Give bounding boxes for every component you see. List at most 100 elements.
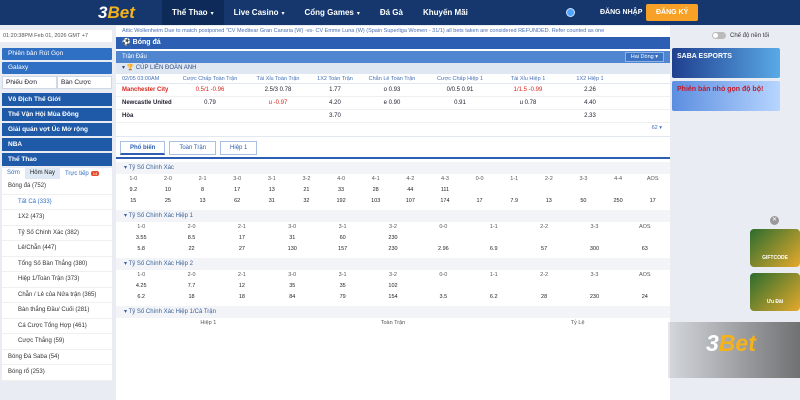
odds-cell[interactable]: 2.33 xyxy=(562,110,618,123)
odds-cell[interactable]: e 0.90 xyxy=(358,97,426,110)
score-odds-cell[interactable]: 103 xyxy=(358,196,393,207)
odds-cell[interactable]: 1.77 xyxy=(312,84,358,97)
tab-ban-cuoc[interactable]: Bàn Cược xyxy=(57,76,112,89)
score-odds-cell[interactable]: 130 xyxy=(267,244,317,255)
odds-cell[interactable]: u 0.78 xyxy=(494,97,562,110)
sidebar-market-item[interactable]: Tổng Số Bàn Thắng (380) xyxy=(2,257,112,272)
sidebar-cat-world-cup[interactable]: Vô Địch Thế Giới xyxy=(2,93,112,106)
score-odds-cell[interactable]: 15 xyxy=(116,196,151,207)
login-button[interactable]: ĐĂNG NHẬP xyxy=(600,9,642,16)
saba-esports-banner[interactable]: SABA ESPORTS xyxy=(672,48,780,78)
odds-cell[interactable]: 4.40 xyxy=(562,97,618,110)
score-odds-cell[interactable]: 84 xyxy=(267,292,317,303)
score-odds-cell[interactable]: 8.5 xyxy=(166,233,216,244)
tab-truc-tiep[interactable]: Trực tiếp 14 xyxy=(60,168,104,179)
score-odds-cell[interactable]: 44 xyxy=(393,185,428,196)
score-odds-cell[interactable]: 27 xyxy=(217,244,267,255)
score-odds-cell[interactable]: 50 xyxy=(566,196,601,207)
league-header[interactable]: ▾ 🏆 CÚP LIÊN ĐOÀN ANH xyxy=(116,63,670,74)
score-odds-cell[interactable]: 17 xyxy=(217,233,267,244)
score-odds-cell[interactable]: 192 xyxy=(324,196,359,207)
score-odds-cell[interactable]: 6.9 xyxy=(469,244,519,255)
globe-icon[interactable] xyxy=(566,8,575,17)
sidebar-market-item[interactable]: Bóng đá (752) xyxy=(2,179,112,195)
giftcode-promo[interactable]: GIFTCODE xyxy=(750,229,800,267)
nav-cong-games[interactable]: Cổng Games ▾ xyxy=(295,0,370,25)
odds-cell[interactable]: 1/1.5 -0.99 xyxy=(494,84,562,97)
score-odds-cell[interactable]: 7.9 xyxy=(497,196,532,207)
score-odds-cell[interactable]: 174 xyxy=(428,196,463,207)
market-block-title[interactable]: ▾ Tỷ Số Chính Xác Hiệp 1/Cả Trận xyxy=(116,306,670,318)
score-odds-cell[interactable]: 13 xyxy=(532,196,567,207)
score-odds-cell[interactable]: 31 xyxy=(267,233,317,244)
odds-cell[interactable]: 0/0.5 0.91 xyxy=(426,84,494,97)
tab-toan-tran[interactable]: Toàn Trận xyxy=(169,141,217,155)
score-odds-cell[interactable]: 111 xyxy=(428,185,463,196)
sidebar-market-item[interactable]: Tỷ Số Chính Xác (382) xyxy=(2,226,112,241)
score-odds-cell[interactable]: 24 xyxy=(620,292,670,303)
score-odds-cell[interactable]: 230 xyxy=(569,292,619,303)
sidebar-market-item[interactable]: Cược Thắng (59) xyxy=(2,334,112,350)
promo-offer[interactable]: Ưu Đãi xyxy=(750,273,800,311)
score-odds-cell[interactable]: 9.2 xyxy=(116,185,151,196)
score-odds-cell[interactable]: 32 xyxy=(289,196,324,207)
score-odds-cell[interactable]: 8 xyxy=(185,185,220,196)
sidebar-market-item[interactable]: Hiệp 1/Toàn Trận (373) xyxy=(2,272,112,288)
odds-cell[interactable]: 4.20 xyxy=(312,97,358,110)
score-odds-cell[interactable]: 57 xyxy=(519,244,569,255)
sidebar-market-item[interactable]: 1X2 (473) xyxy=(2,210,112,226)
sidebar-market-item[interactable]: Tất Cả (333) xyxy=(2,195,112,210)
score-odds-cell[interactable]: 18 xyxy=(166,292,216,303)
sidebar-market-item[interactable]: Cá Cược Tổng Hợp (461) xyxy=(2,319,112,334)
nav-live-casino[interactable]: Live Casino ▾ xyxy=(224,0,295,25)
score-odds-cell[interactable]: 6.2 xyxy=(469,292,519,303)
logo[interactable]: 3Bet xyxy=(98,3,135,23)
compact-version-button[interactable]: Phiên bản Rút Gọn xyxy=(2,48,112,60)
odds-cell[interactable]: 2.5/3 0.78 xyxy=(244,84,312,97)
tab-hiep-1[interactable]: Hiệp 1 xyxy=(220,141,258,155)
odds-cell[interactable]: u -0.97 xyxy=(244,97,312,110)
score-odds-cell[interactable]: 21 xyxy=(289,185,324,196)
score-odds-cell[interactable]: 13 xyxy=(185,196,220,207)
tab-pho-bien[interactable]: Phổ biến xyxy=(120,141,166,155)
score-odds-cell[interactable]: 25 xyxy=(151,196,186,207)
market-block-title[interactable]: ▾ Tỷ Số Chính Xác Hiệp 1 xyxy=(116,210,670,222)
galaxy-button[interactable]: Galaxy xyxy=(2,62,112,74)
score-odds-cell[interactable]: 102 xyxy=(368,281,418,292)
compact-version-banner[interactable]: Phiên bản nhỏ gọn độ bộ! xyxy=(672,81,780,111)
sidebar-market-item[interactable]: Bàn thắng Đầu/ Cuối (281) xyxy=(2,303,112,319)
score-odds-cell[interactable]: 13 xyxy=(255,185,290,196)
nav-da-ga[interactable]: Đá Gà xyxy=(370,0,413,25)
odds-cell[interactable]: 2.26 xyxy=(562,84,618,97)
sidebar-cat-winter-olympics[interactable]: Thế Vận Hội Mùa Đông xyxy=(2,108,112,121)
more-markets-count[interactable]: 62 ▾ xyxy=(652,125,662,131)
score-odds-cell[interactable]: 157 xyxy=(317,244,367,255)
dark-mode-toggle[interactable]: Chế độ nền tối xyxy=(712,32,769,39)
sidebar-cat-the-thao[interactable]: Thể Thao xyxy=(2,153,112,166)
score-odds-cell[interactable]: 35 xyxy=(317,281,367,292)
sidebar-cat-australian-open[interactable]: Giải quán vợt Úc Mở rộng xyxy=(2,123,112,136)
odds-cell[interactable]: 0.79 xyxy=(176,97,244,110)
nav-khuyen-mai[interactable]: Khuyến Mãi xyxy=(413,0,478,25)
odds-cell[interactable]: 0.5/1 -0.96 xyxy=(176,84,244,97)
sidebar-cat-nba[interactable]: NBA xyxy=(2,138,112,151)
score-odds-cell[interactable]: 300 xyxy=(569,244,619,255)
odds-cell[interactable]: 3.70 xyxy=(312,110,358,123)
score-odds-cell[interactable]: 3.55 xyxy=(116,233,166,244)
score-odds-cell[interactable]: 230 xyxy=(368,233,418,244)
score-odds-cell[interactable]: 17 xyxy=(220,185,255,196)
toggle-switch[interactable] xyxy=(712,32,726,39)
score-odds-cell[interactable]: 250 xyxy=(601,196,636,207)
market-block-title[interactable]: ▾ Tỷ Số Chính Xác Hiệp 2 xyxy=(116,258,670,270)
sort-dropdown[interactable]: Hai Dòng ▾ xyxy=(624,52,664,62)
score-odds-cell[interactable]: 18 xyxy=(217,292,267,303)
score-odds-cell[interactable]: 17 xyxy=(635,196,670,207)
score-odds-cell[interactable]: 63 xyxy=(620,244,670,255)
score-odds-cell[interactable]: 79 xyxy=(317,292,367,303)
score-odds-cell[interactable]: 107 xyxy=(393,196,428,207)
score-odds-cell[interactable]: 22 xyxy=(166,244,216,255)
tab-hom-nay[interactable]: Hôm Nay xyxy=(24,168,60,179)
score-odds-cell[interactable]: 6.2 xyxy=(116,292,166,303)
nav-the-thao[interactable]: Thể Thao ▾ xyxy=(162,0,224,25)
score-odds-cell[interactable]: 154 xyxy=(368,292,418,303)
